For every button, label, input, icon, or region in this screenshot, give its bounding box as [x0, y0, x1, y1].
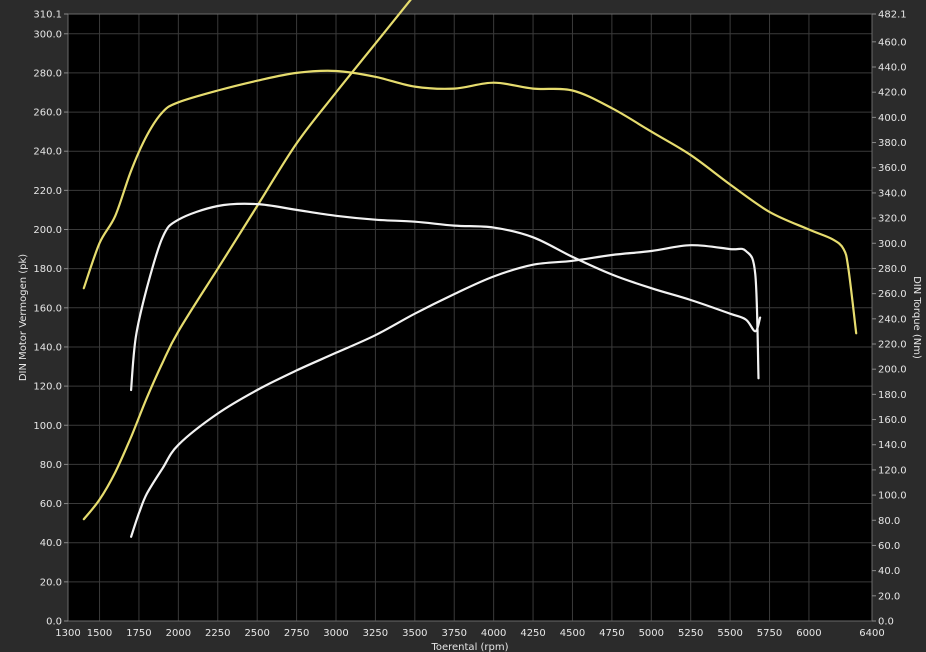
y-left-tick-label: 240.0 — [33, 147, 62, 158]
y-left-tick-label: 20.0 — [40, 577, 62, 588]
y-right-tick-label: 240.0 — [878, 314, 907, 325]
y-left-tick-label: 160.0 — [33, 303, 62, 314]
x-tick-label: 5000 — [639, 628, 664, 639]
y-axis-left-label: DIN Motor Vermogen (pk) — [18, 254, 29, 381]
y-left-tick-label: 120.0 — [33, 382, 62, 393]
x-tick-label: 4500 — [560, 628, 585, 639]
y-left-tick-label: 140.0 — [33, 342, 62, 353]
y-left-tick-label: 40.0 — [40, 538, 62, 549]
x-tick-label: 4000 — [481, 628, 506, 639]
y-right-tick-label: 20.0 — [878, 591, 900, 602]
x-tick-label: 3750 — [442, 628, 467, 639]
x-tick-label: 2750 — [284, 628, 309, 639]
y-right-tick-label: 0.0 — [878, 617, 894, 628]
x-tick-label: 4750 — [599, 628, 624, 639]
x-tick-label: 4250 — [520, 628, 545, 639]
x-tick-label: 5500 — [717, 628, 742, 639]
y-left-tick-label: 280.0 — [33, 68, 62, 79]
y-right-tick-label: 320.0 — [878, 214, 907, 225]
y-right-tick-label: 420.0 — [878, 88, 907, 99]
y-left-tick-label: 180.0 — [33, 264, 62, 275]
x-tick-label: 6000 — [796, 628, 821, 639]
y-right-tick-label: 160.0 — [878, 415, 907, 426]
y-axis-right-label: DIN Torque (Nm) — [911, 276, 922, 359]
x-tick-label: 3500 — [402, 628, 427, 639]
x-tick-label: 2250 — [205, 628, 230, 639]
x-tick-label: 1300 — [55, 628, 80, 639]
y-right-tick-label: 80.0 — [878, 516, 900, 527]
y-right-tick-label: 60.0 — [878, 541, 900, 552]
x-tick-label: 5250 — [678, 628, 703, 639]
y-right-tick-label: 460.0 — [878, 37, 907, 48]
x-axis-label: Toerental (rpm) — [430, 642, 508, 652]
y-right-tick-label: 482.1 — [878, 10, 907, 21]
y-right-tick-label: 400.0 — [878, 113, 907, 124]
y-right-tick-label: 180.0 — [878, 390, 907, 401]
y-left-tick-label: 0.0 — [46, 617, 62, 628]
y-right-tick-label: 440.0 — [878, 63, 907, 74]
x-tick-label: 3000 — [323, 628, 348, 639]
y-right-tick-label: 280.0 — [878, 264, 907, 275]
y-left-tick-label: 80.0 — [40, 460, 62, 471]
y-left-tick-label: 200.0 — [33, 225, 62, 236]
y-left-tick-label: 220.0 — [33, 186, 62, 197]
x-tick-label: 6400 — [859, 628, 884, 639]
plot-area — [68, 14, 872, 621]
y-right-tick-label: 380.0 — [878, 138, 907, 149]
x-tick-label: 2500 — [244, 628, 269, 639]
y-right-tick-label: 260.0 — [878, 289, 907, 300]
y-left-tick-label: 260.0 — [33, 108, 62, 119]
x-tick-label: 3250 — [363, 628, 388, 639]
y-left-tick-label: 310.1 — [33, 10, 62, 21]
y-right-tick-label: 340.0 — [878, 188, 907, 199]
y-left-tick-label: 60.0 — [40, 499, 62, 510]
y-right-tick-label: 140.0 — [878, 440, 907, 451]
x-tick-label: 2000 — [166, 628, 191, 639]
x-tick-label: 5750 — [757, 628, 782, 639]
y-right-tick-label: 300.0 — [878, 239, 907, 250]
y-right-tick-label: 120.0 — [878, 465, 907, 476]
y-left-tick-label: 300.0 — [33, 29, 62, 40]
x-tick-label: 1500 — [87, 628, 112, 639]
dyno-chart-svg: 1300 1500 1750 2000 2250 2500 2750 3000 3250 3500… — [0, 0, 926, 652]
y-left-tick-label: 100.0 — [33, 421, 62, 432]
x-tick-label: 1750 — [126, 628, 151, 639]
y-right-tick-label: 360.0 — [878, 163, 907, 174]
dyno-chart: 1300 1500 1750 2000 2250 2500 2750 3000 3250 3500… — [0, 0, 926, 652]
y-right-tick-label: 220.0 — [878, 340, 907, 351]
y-right-tick-label: 100.0 — [878, 491, 907, 502]
y-right-tick-label: 40.0 — [878, 566, 900, 577]
y-right-tick-label: 200.0 — [878, 365, 907, 376]
